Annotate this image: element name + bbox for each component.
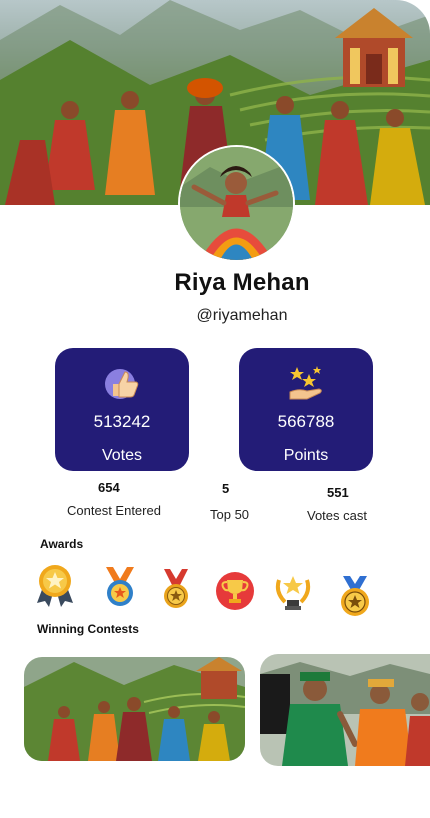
stars-hand-icon (287, 364, 325, 402)
gold-star-medal-icon[interactable] (335, 576, 375, 620)
winning-contest-card[interactable] (24, 657, 245, 761)
orange-ribbon-medal-icon[interactable] (100, 565, 140, 609)
points-card[interactable]: 566788 Points (239, 348, 373, 471)
top50-label: Top 50 (210, 507, 250, 522)
profile-name: Riya Mehan (174, 269, 310, 296)
laurel-trophy-icon[interactable] (273, 572, 313, 616)
trophy-badge-icon[interactable] (215, 571, 255, 615)
profile-handle: @riyamehan (196, 307, 288, 324)
star-medal-icon[interactable] (35, 563, 75, 607)
votes-value: 513242 (93, 412, 151, 431)
points-label: Points (283, 447, 329, 464)
red-ribbon-star-medal-icon[interactable] (160, 569, 200, 613)
winning-contests-heading: Winning Contests (37, 622, 139, 636)
avatar[interactable] (180, 147, 293, 260)
votes-cast-label: Votes cast (307, 508, 367, 523)
awards-heading: Awards (40, 537, 84, 551)
votes-card[interactable]: 513242 Votes (55, 348, 189, 471)
votes-label: Votes (101, 447, 143, 464)
points-value: 566788 (277, 412, 335, 431)
winning-contest-card[interactable] (260, 654, 430, 766)
thumbs-up-icon (103, 364, 141, 402)
votes-cast-value: 551 (327, 485, 349, 500)
top50-value: 5 (222, 481, 230, 496)
contest-entered-value: 654 (98, 480, 120, 495)
contest-entered-label: Contest Entered (67, 503, 161, 518)
